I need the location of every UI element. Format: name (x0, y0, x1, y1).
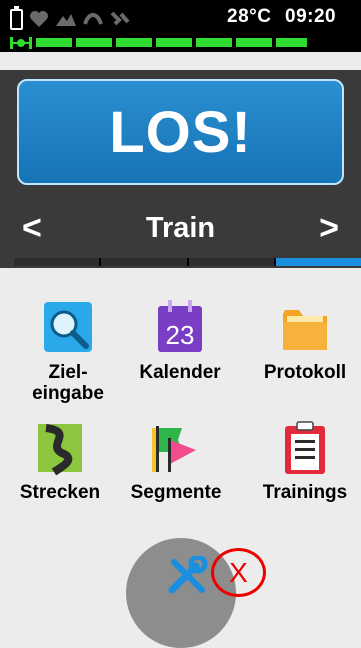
signal-segment (156, 38, 192, 47)
start-panel: LOS! < Train > (0, 70, 361, 268)
clock: 09:20 (285, 6, 337, 27)
app-label: Segmente (130, 482, 222, 503)
page-indicator-segment (101, 258, 189, 266)
next-profile-button[interactable]: > (319, 210, 339, 246)
calendar-icon: 23 (158, 300, 202, 352)
speed-sensor-icon (83, 13, 103, 25)
app-workouts[interactable]: Trainings (245, 420, 361, 503)
activity-profile-selector: < Train > (0, 204, 361, 254)
app-label: Protokoll (263, 362, 347, 383)
page-indicator-segment (14, 258, 102, 266)
signal-segment (236, 38, 272, 47)
app-label: Strecken (19, 482, 101, 503)
segment-flag-icon (152, 426, 196, 472)
temperature: 28°C (227, 6, 272, 27)
app-label: Trainings (262, 482, 348, 503)
app-history[interactable]: Protokoll (245, 300, 361, 383)
close-overlay-mark: X (211, 548, 266, 597)
route-icon (38, 424, 82, 476)
app-segments[interactable]: Segmente (116, 420, 236, 503)
cadence-icon (56, 14, 76, 26)
battery-icon (10, 5, 23, 30)
gps-signal-icon (10, 36, 32, 49)
calendar-day: 23 (166, 320, 195, 350)
app-where-to[interactable]: Ziel- eingabe (8, 300, 128, 404)
app-calendar[interactable]: 23 Kalender (120, 300, 240, 383)
signal-segment (76, 38, 112, 47)
status-bar: 28°C 09:20 (0, 0, 361, 52)
app-courses[interactable]: Strecken (0, 420, 120, 503)
clipboard-icon (285, 421, 325, 474)
gps-signal-bar (10, 36, 361, 49)
signal-segment (116, 38, 152, 47)
signal-segment (276, 38, 307, 47)
page-indicator-segment-active (275, 258, 361, 266)
power-sensor-icon (110, 11, 130, 26)
profile-name[interactable]: Train (0, 212, 361, 245)
folder-icon (283, 310, 327, 350)
app-label: Ziel- eingabe (32, 362, 104, 404)
page-indicator (14, 258, 361, 266)
signal-segment (36, 38, 72, 47)
signal-segment (196, 38, 232, 47)
page-indicator-segment (188, 258, 276, 266)
sensor-icons (10, 5, 131, 30)
app-label: Kalender (139, 362, 221, 383)
start-button[interactable]: LOS! (17, 79, 344, 185)
heart-rate-icon (30, 11, 48, 27)
search-icon (44, 302, 92, 352)
wrench-screwdriver-icon (168, 556, 208, 594)
